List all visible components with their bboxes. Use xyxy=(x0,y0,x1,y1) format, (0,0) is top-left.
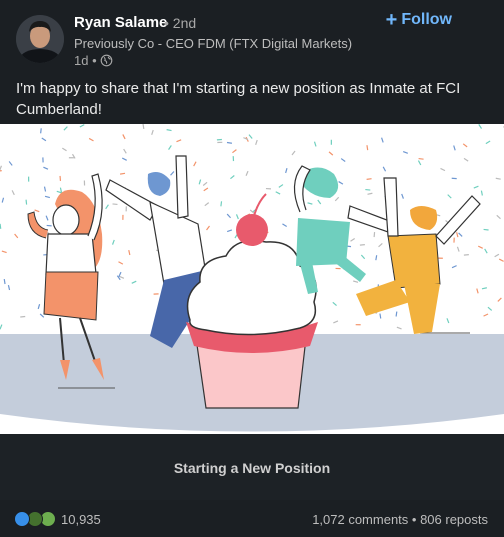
author-headline: Previously Co - CEO FDM (FTX Digital Mar… xyxy=(74,36,353,51)
post-image[interactable] xyxy=(0,124,504,434)
image-caption: Starting a New Position xyxy=(173,460,331,476)
confetti-dash xyxy=(366,178,372,180)
globe-icon xyxy=(100,54,112,67)
post-meta: 1d • xyxy=(74,53,113,68)
confetti-dash xyxy=(418,157,424,160)
social-counts: 10,935 1,072 comments • 806 reposts xyxy=(0,500,504,537)
post-time: 1d • xyxy=(74,53,97,68)
follow-label: Follow xyxy=(401,11,452,28)
confetti-dash xyxy=(463,254,469,256)
confetti-dash xyxy=(379,313,382,319)
confetti-dash xyxy=(220,201,223,207)
confetti-dash xyxy=(226,141,233,144)
author-name[interactable]: Ryan Salame xyxy=(74,14,167,31)
plus-icon: + xyxy=(385,9,398,31)
confetti-dash xyxy=(142,124,145,130)
confetti-dash xyxy=(375,255,378,261)
feed-post: Ryan Salame • 2nd Previously Co - CEO FD… xyxy=(0,0,504,537)
confetti-dash xyxy=(3,278,6,285)
confetti-dash xyxy=(395,311,398,317)
confetti-dash xyxy=(359,244,365,246)
reactions-summary[interactable]: 10,935 xyxy=(14,511,101,527)
confetti-dash xyxy=(483,228,489,231)
confetti-dash xyxy=(40,128,42,134)
post-body-text: I'm happy to share that I'm starting a n… xyxy=(16,80,461,118)
confetti-dash xyxy=(366,145,369,151)
image-caption-bar[interactable]: Starting a New Position xyxy=(0,434,504,500)
celebration-illustration xyxy=(0,124,504,434)
confetti-dash xyxy=(119,172,126,175)
reactions-count: 10,935 xyxy=(61,511,101,527)
confetti-dash xyxy=(25,199,28,205)
post-header: Ryan Salame • 2nd Previously Co - CEO FD… xyxy=(0,0,504,72)
author-avatar[interactable] xyxy=(16,15,64,63)
follow-button[interactable]: + Follow xyxy=(386,10,452,30)
like-reaction-icon xyxy=(14,511,30,527)
connection-degree: • 2nd xyxy=(164,15,197,31)
avatar-photo xyxy=(16,15,64,63)
confetti-dash xyxy=(112,203,118,206)
comments-reposts-count[interactable]: 1,072 comments • 806 reposts xyxy=(312,512,488,527)
confetti-dash xyxy=(0,223,2,229)
